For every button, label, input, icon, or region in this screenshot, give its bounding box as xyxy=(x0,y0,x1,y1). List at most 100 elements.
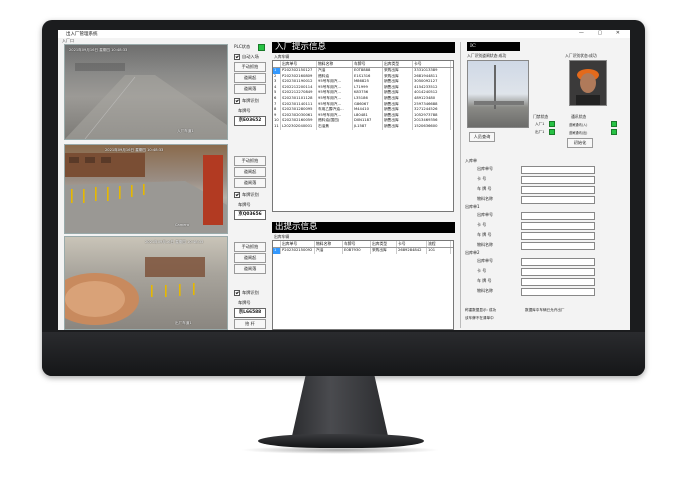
ic-panel: IC 入厂识别道闸状态:成功 入厂识别状态:成功 人员查询 门禁状态 入厂1 出… xyxy=(460,42,625,328)
exit-table-header: 出库单号 物料名称 车牌号 出库类型 卡号 流程 xyxy=(273,241,453,248)
col-header[interactable]: 流程 xyxy=(427,241,451,247)
field-input[interactable] xyxy=(521,288,595,296)
table-cell: 采购出库 xyxy=(371,248,397,254)
field-label: 车 牌 号 xyxy=(477,278,492,283)
plate-list-status: 该车牌不在清单中 xyxy=(465,316,494,320)
table-cell: 石油焦 xyxy=(317,123,353,130)
camera-caption: Camera xyxy=(175,223,190,227)
person-query-button[interactable]: 人员查询 xyxy=(469,132,495,142)
plate-number-label: 车牌号 xyxy=(238,300,251,305)
plate-recog-label: 车牌识别 xyxy=(242,98,259,103)
entry-gate-led xyxy=(549,121,555,127)
table-cell: 2689284842 xyxy=(397,248,427,254)
col-header[interactable]: 卡号 xyxy=(397,241,427,247)
camera-feed-entry-2[interactable]: 2021年09月16日 星期四 10:48:33 Camera xyxy=(64,144,228,234)
reset-button[interactable]: 初始化 xyxy=(567,138,593,148)
plate-display: 京L66588 xyxy=(234,308,266,318)
auto-entry-checkbox[interactable]: 自动入场 xyxy=(234,54,259,60)
checkbox-icon[interactable] xyxy=(234,290,240,296)
field-input[interactable] xyxy=(521,176,595,184)
field-input[interactable] xyxy=(521,186,595,194)
camera-caption: 出厂车道1 xyxy=(175,321,192,325)
plate-recog-label: 车牌识别 xyxy=(242,192,259,197)
table-cell: 1 xyxy=(273,248,281,254)
field-input[interactable] xyxy=(521,242,595,250)
gate-open-button[interactable]: 道闸起 xyxy=(234,167,266,177)
table-cell: P202302150092 xyxy=(281,248,315,254)
manual-capture-button[interactable]: 手动抓拍 xyxy=(234,62,266,72)
checkbox-icon[interactable] xyxy=(234,98,240,104)
face-photo xyxy=(569,60,607,106)
field-input[interactable] xyxy=(521,278,595,286)
exit-info-title: 出提示信息 xyxy=(272,222,455,233)
gate-close-button[interactable]: 道闸落 xyxy=(234,264,266,274)
plate-recog-label: 车牌识别 xyxy=(242,290,259,295)
col-header[interactable] xyxy=(273,241,281,247)
face-avatar xyxy=(570,61,606,105)
camera-feed-exit[interactable]: 2021年09月16日 星期四 10:48:33 出厂车道1 xyxy=(64,236,228,330)
field-input[interactable] xyxy=(521,212,595,220)
field-input[interactable] xyxy=(521,166,595,174)
exit-gate-label: 出厂1 xyxy=(535,130,545,134)
table-row[interactable]: 11 L202302040001 石油焦 JL1587 销售出库 1520636600 xyxy=(273,123,453,130)
table-cell: L202302040001 xyxy=(281,123,317,130)
col-header[interactable] xyxy=(273,61,281,67)
field-label: 出库单号 xyxy=(477,166,493,171)
entry-info-title: 入厂提示信息 xyxy=(272,42,455,53)
col-header[interactable]: 出库类型 xyxy=(383,61,413,67)
col-header[interactable]: 出库类型 xyxy=(371,241,397,247)
field-input[interactable] xyxy=(521,258,595,266)
gate-open-button[interactable]: 道闸起 xyxy=(234,73,266,83)
manual-capture-button[interactable]: 手动抓拍 xyxy=(234,242,266,252)
camera-timestamp: 2021年09月16日 星期四 10:48:33 xyxy=(105,148,164,152)
plate-recog-checkbox[interactable]: 车牌识别 xyxy=(234,98,259,104)
field-input[interactable] xyxy=(521,232,595,240)
plate-recog-checkbox[interactable]: 车牌识别 xyxy=(234,192,259,198)
camera-scene-1 xyxy=(65,63,227,139)
table-cell: 101 xyxy=(427,248,451,254)
plc-status-label: PLC状态 xyxy=(234,44,251,49)
camera-timestamp: 2021年09月16日 星期四 10:48:33 xyxy=(145,240,204,244)
exit-table: 出库单号 物料名称 车牌号 出库类型 卡号 流程 1 P202302150092 汽… xyxy=(272,240,454,330)
comm-item-2: 道闸通讯(出) xyxy=(569,131,588,135)
col-header[interactable]: 物料名称 xyxy=(315,241,343,247)
col-header[interactable]: 卡号 xyxy=(413,61,451,67)
field-input[interactable] xyxy=(521,196,595,204)
col-header[interactable]: 车牌号 xyxy=(353,61,383,67)
gate-close-button[interactable]: 道闸落 xyxy=(234,84,266,94)
gate-close-button[interactable]: 道闸落 xyxy=(234,178,266,188)
field-label: 车 牌 号 xyxy=(477,232,492,237)
manual-capture-button[interactable]: 手动抓拍 xyxy=(234,156,266,166)
checkbox-icon[interactable] xyxy=(234,192,240,198)
col-header[interactable]: 物料名称 xyxy=(317,61,353,67)
checkbox-icon[interactable] xyxy=(234,54,240,60)
field-label: 卡 号 xyxy=(477,268,487,273)
col-header[interactable]: 出库单号 xyxy=(281,61,317,67)
cam-status-label: 入厂识别道闸状态:成功 xyxy=(467,53,507,58)
gate-open-button[interactable]: 道闸起 xyxy=(234,253,266,263)
field-label: 出库单号 xyxy=(477,258,493,263)
col-header[interactable]: 车牌号 xyxy=(343,241,371,247)
group-label-inbound: 入库单 xyxy=(465,158,477,163)
comm-status-label: 通讯状态 xyxy=(571,114,587,119)
field-label: 卡 号 xyxy=(477,176,487,181)
camera-caption: 入厂车道1 xyxy=(177,129,194,133)
camera-feed-entry-1[interactable]: 2021年09月16日 星期四 10:48:33 入厂车道1 xyxy=(64,44,228,140)
release-gate-button[interactable]: 抬 杆 xyxy=(234,319,266,329)
monitor-stand-base xyxy=(258,434,424,448)
col-header[interactable]: 出库单号 xyxy=(281,241,315,247)
field-input[interactable] xyxy=(521,222,595,230)
comm-item-1: 道闸通讯(入) xyxy=(569,123,588,127)
window-controls[interactable]: — ▢ ✕ xyxy=(579,30,626,36)
ic-tab[interactable]: IC xyxy=(467,42,520,51)
plate-recog-checkbox[interactable]: 车牌识别 xyxy=(234,290,259,296)
group-label-outbound-2: 出库单2 xyxy=(465,250,480,255)
weigh-status: 称重数据显示: 成功 xyxy=(465,308,497,312)
table-row[interactable]: 1 P202302150092 汽油 E0B7930 采购出库 2689284842 101 xyxy=(273,248,453,254)
plc-status-led xyxy=(258,44,265,51)
table-cell: 销售出库 xyxy=(383,123,413,130)
field-input[interactable] xyxy=(521,268,595,276)
plate-display: 京Q03656 xyxy=(234,210,266,220)
entry-gate-label: 入厂1 xyxy=(535,122,545,126)
camera-scene-3 xyxy=(65,257,205,325)
